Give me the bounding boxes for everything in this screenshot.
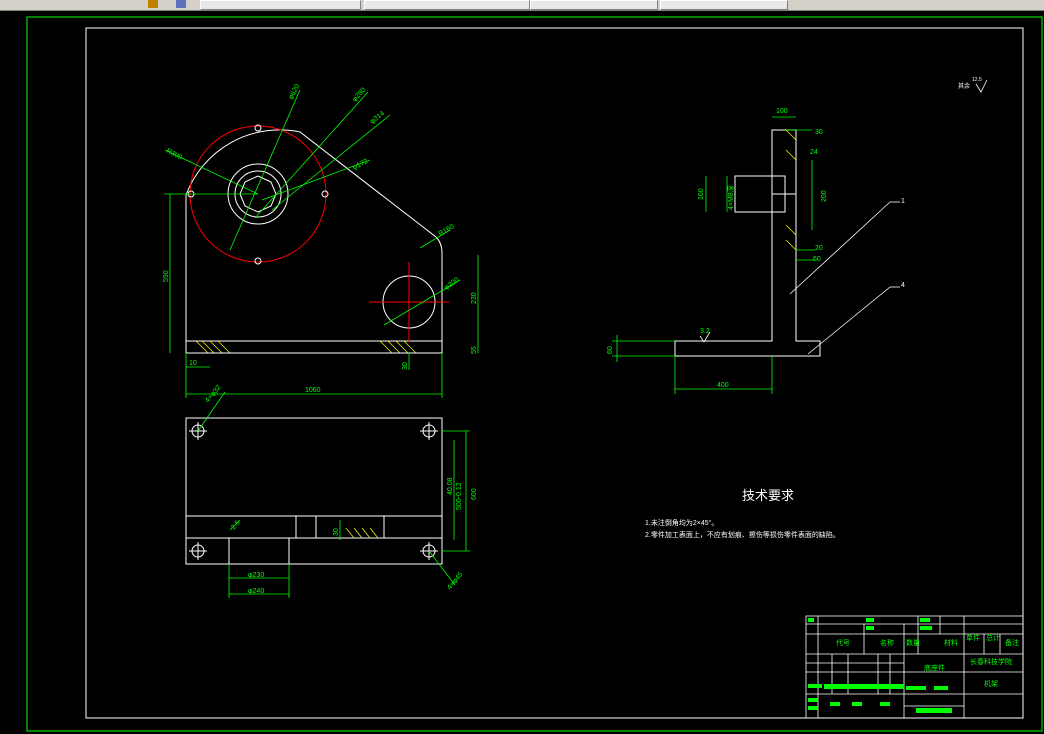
dim-side-d5: 60 <box>813 256 821 263</box>
tb-header-unit: 单件 <box>966 633 980 642</box>
dim-width: 1060 <box>305 387 321 394</box>
dim-slot: 30 <box>333 528 340 536</box>
dim-side-thread: 4×M8深 <box>726 185 735 210</box>
side-view-leaders <box>789 201 900 355</box>
plan-hole <box>189 422 438 560</box>
dim-r-outer: R300 <box>165 148 183 162</box>
dim-h-top: 40.08 <box>447 477 454 495</box>
tb-header-qty: 数量 <box>906 638 920 647</box>
plan-view <box>185 417 443 565</box>
dim-d-inner: φ172 <box>352 158 370 172</box>
svg-text:12.5: 12.5 <box>972 77 982 83</box>
drawing-canvas[interactable]: φ620 φ280 φ214 φ172 R300 R160 φ200 590 2… <box>0 0 1044 734</box>
tb-header-code: 代号 <box>836 638 850 647</box>
front-view-dimensions <box>164 89 479 398</box>
leader-label-1: 1 <box>901 198 905 205</box>
tb-header-name: 名称 <box>880 638 894 647</box>
dim-h-center: 590 <box>163 270 170 282</box>
dim-w2: φ240 <box>248 588 264 595</box>
dim-base-h: 55 <box>471 346 478 354</box>
dim-side-note-tag: 24 <box>810 149 818 156</box>
leader-label-2: 4 <box>901 282 905 289</box>
dim-side-d2: 160 <box>698 188 705 200</box>
svg-text:其余: 其余 <box>958 82 970 90</box>
dim-side-base-h: 60 <box>607 346 614 354</box>
dim-h-small: 230 <box>471 292 478 304</box>
tb-header-material: 材料 <box>944 638 958 647</box>
tb-header-total: 总计 <box>986 633 1000 642</box>
dim-side-base-w: 400 <box>717 382 729 389</box>
dim-base-small: 30 <box>402 362 409 370</box>
side-view-dimensions <box>612 116 815 394</box>
dim-base-off: 10 <box>189 360 197 367</box>
tech-requirement-2: 2.零件加工表面上，不应有划痕、擦伤等损伤零件表面的缺陷。 <box>645 532 840 539</box>
dim-d-small: φ200 <box>443 277 460 292</box>
dim-hole2: 4×φ45 <box>446 571 464 591</box>
tb-header-remark: 备注 <box>1005 638 1019 647</box>
tb-part-name: 底座件 <box>924 663 945 672</box>
dim-h-total: 600 <box>471 488 478 500</box>
dim-w1: φ230 <box>248 572 264 579</box>
front-view <box>185 124 449 354</box>
dim-side-d1: 30 <box>815 129 823 136</box>
dim-side-d3: 200 <box>821 190 828 202</box>
dim-side-top: 100 <box>776 108 788 115</box>
dim-slot-w: 2.5 <box>230 519 242 531</box>
inner-frame <box>85 27 1024 719</box>
dim-h-mid: 500-0.12 <box>456 482 463 510</box>
side-view <box>674 129 821 357</box>
dim-d-bore: φ214 <box>369 110 386 126</box>
dim-side-roughness: 3.2 <box>700 328 710 335</box>
tech-requirements-title: 技术要求 <box>742 488 795 503</box>
dim-r-small: R160 <box>438 223 456 237</box>
roughness-note: 其余 12.5 <box>958 77 988 93</box>
tech-requirement-1: 1.未注倒角均为2×45°。 <box>645 520 719 527</box>
tb-assembly: 机架 <box>984 679 998 688</box>
tb-school: 长春科技学院 <box>970 657 1012 666</box>
dim-side-d4: 20 <box>815 245 823 252</box>
